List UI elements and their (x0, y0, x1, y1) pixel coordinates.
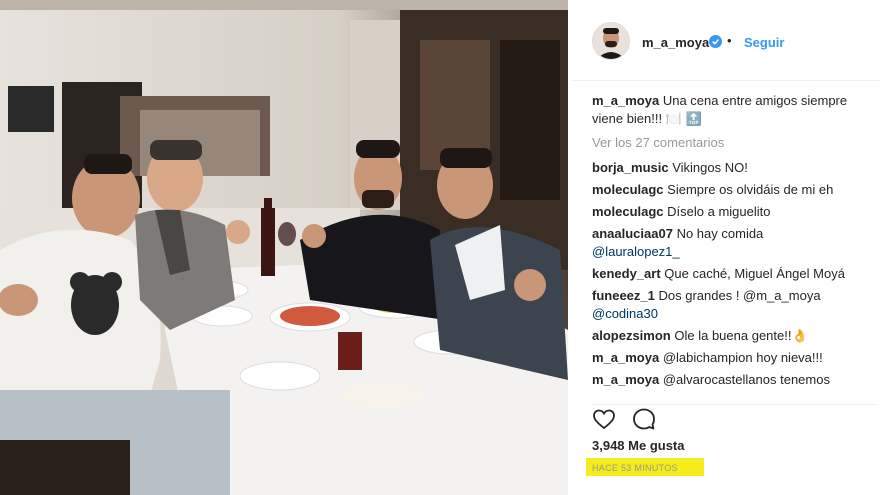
like-count[interactable]: 3,948 Me gusta (592, 438, 685, 453)
comment-item: moleculagc Díselo a miguelito (592, 203, 877, 221)
follow-button[interactable]: Seguir (744, 35, 784, 50)
post-details-panel: m_a_moya • Seguir m_a_moya Una cena entr… (572, 0, 880, 495)
post-timestamp[interactable]: HACE 53 MINUTOS (592, 463, 678, 473)
post-photo[interactable] (0, 0, 568, 495)
dinner-photo (0, 0, 568, 495)
comment-item: funeeez_1 Dos grandes ! @m_a_moya @codina… (592, 287, 877, 323)
post-caption: m_a_moya Una cena entre amigos siempre v… (592, 92, 872, 128)
post-header: m_a_moya • Seguir (572, 0, 880, 81)
comment-username[interactable]: borja_music (592, 160, 669, 175)
comment-item: moleculagc Siempre os olvidáis de mi eh (592, 181, 877, 199)
verified-badge-icon (709, 35, 722, 48)
comment-text: @labichampion hoy nieva!!! (662, 350, 823, 365)
comment-username[interactable]: anaaluciaa07 (592, 226, 673, 241)
comment-username[interactable]: moleculagc (592, 182, 664, 197)
separator-dot: • (727, 33, 732, 48)
comment-mention[interactable]: @codina30 (592, 306, 658, 321)
comment-text: Dos grandes ! @m_a_moya (658, 288, 821, 303)
comment-username[interactable]: kenedy_art (592, 266, 661, 281)
comment-username[interactable]: moleculagc (592, 204, 664, 219)
comment-text: Que caché, Miguel Ángel Moyá (664, 266, 845, 281)
comment-text: @alvarocastellanos tenemos (662, 372, 830, 387)
heart-icon[interactable] (592, 407, 616, 431)
comment-item: anaaluciaa07 No hay comida @lauralopez1_ (592, 225, 877, 261)
comment-item: kenedy_art Que caché, Miguel Ángel Moyá (592, 265, 877, 283)
avatar-image (593, 23, 629, 59)
caption-username[interactable]: m_a_moya (592, 93, 659, 108)
comment-username[interactable]: funeeez_1 (592, 288, 655, 303)
view-all-comments-link[interactable]: Ver los 27 comentarios (592, 135, 724, 150)
comment-username[interactable]: m_a_moya (592, 372, 659, 387)
comment-username[interactable]: m_a_moya (592, 350, 659, 365)
avatar[interactable] (592, 22, 630, 60)
comment-icon[interactable] (632, 407, 656, 431)
comment-item: m_a_moya @alvarocastellanos tenemos (592, 371, 877, 389)
action-bar (592, 404, 877, 435)
comment-text: Vikingos NO! (672, 160, 748, 175)
comment-item: borja_music Vikingos NO! (592, 159, 877, 177)
comment-item: m_a_moya @labichampion hoy nieva!!! (592, 349, 877, 367)
comment-item: alopezsimon Ole la buena gente!!👌 (592, 327, 877, 345)
comment-mention[interactable]: @lauralopez1_ (592, 244, 680, 259)
comment-text: Ole la buena gente!!👌 (674, 328, 808, 343)
comment-list: borja_music Vikingos NO! moleculagc Siem… (592, 159, 877, 393)
comment-text: Díselo a miguelito (667, 204, 771, 219)
comment-username[interactable]: alopezsimon (592, 328, 671, 343)
comment-text: Siempre os olvidáis de mi eh (667, 182, 834, 197)
username[interactable]: m_a_moya (642, 35, 709, 50)
instagram-post: m_a_moya • Seguir m_a_moya Una cena entr… (0, 0, 880, 495)
comment-text: No hay comida (676, 226, 764, 241)
